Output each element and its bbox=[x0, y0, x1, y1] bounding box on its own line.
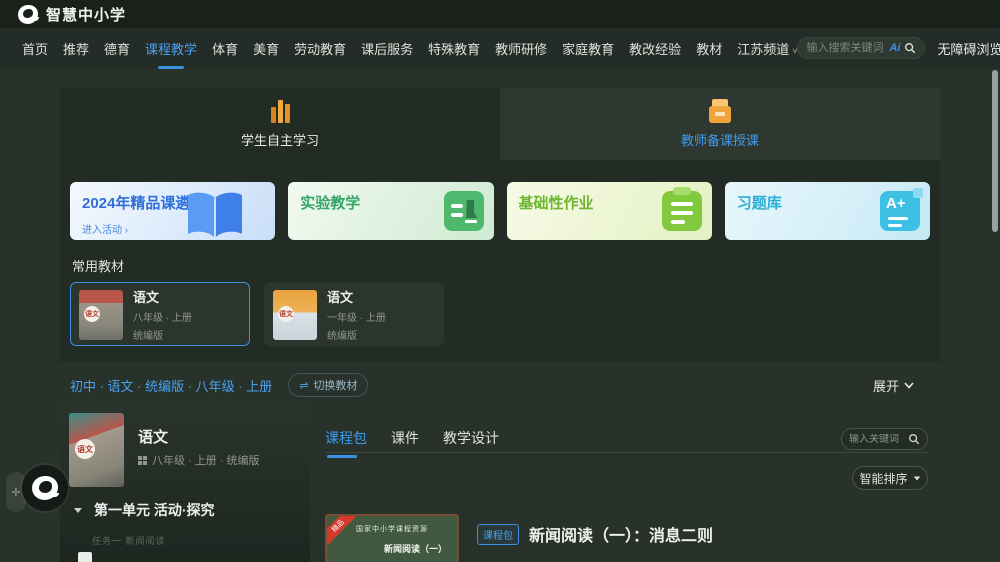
brand-logo-icon bbox=[18, 5, 38, 24]
search-icon[interactable] bbox=[904, 42, 916, 54]
tab-teacher-lesson-prep[interactable]: 教师备课授课 bbox=[500, 88, 940, 160]
current-book-panel: 语文 语文 八年级 · 上册 · 统编版 第一单元 活动·探究 任务一 新闻阅读 bbox=[60, 404, 310, 562]
nav-item-textbook[interactable]: 教材 bbox=[696, 28, 722, 69]
textbook-cover: 语文 bbox=[273, 290, 317, 340]
textbook-cover: 语文 bbox=[79, 290, 123, 340]
breadcrumb[interactable]: 初中 · 语文 · 统编版 · 八年级 · 上册 bbox=[70, 376, 272, 395]
books-icon bbox=[271, 99, 290, 123]
course-title[interactable]: 新闻阅读（一）：消息二则 bbox=[529, 522, 713, 546]
accessibility-link[interactable]: 无障碍浏览 bbox=[937, 39, 1000, 58]
search-icon[interactable] bbox=[908, 433, 920, 445]
global-search-input[interactable] bbox=[806, 42, 885, 54]
brand-name: 智慧中小学 bbox=[46, 4, 126, 25]
grid-icon bbox=[138, 456, 147, 465]
nav-item-special[interactable]: 特殊教育 bbox=[428, 28, 480, 69]
promo-cards: 2024年精品课遴选 进入活动 › 实验教学 基础性作业 bbox=[70, 182, 930, 240]
switch-icon: ⇌ bbox=[299, 379, 308, 392]
filter-bar: 初中 · 语文 · 统编版 · 八年级 · 上册 ⇌ 切换教材 展开 bbox=[60, 372, 940, 398]
card-2024-quality-course[interactable]: 2024年精品课遴选 进入活动 › bbox=[70, 182, 275, 240]
book-meta: 八年级 · 上册 · 统编版 bbox=[138, 452, 260, 468]
nav-item-pe[interactable]: 体育 bbox=[212, 28, 238, 69]
exam-paper-icon: A+ bbox=[880, 191, 920, 231]
course-type-badge: 课程包 bbox=[477, 524, 519, 545]
chevron-down-icon: ˅ bbox=[792, 46, 797, 56]
expand-button[interactable]: 展开 bbox=[873, 376, 914, 395]
top-bar: 智慧中小学 bbox=[0, 0, 1000, 28]
nav-item-reform[interactable]: 教改经验 bbox=[629, 28, 681, 69]
nav-item-teacher-training[interactable]: 教师研修 bbox=[495, 28, 547, 69]
nav-item-home[interactable]: 首页 bbox=[22, 28, 48, 69]
triangle-down-icon bbox=[913, 476, 919, 480]
experiment-icon bbox=[444, 191, 484, 231]
tab-teaching-design[interactable]: 教学设计 bbox=[443, 428, 499, 458]
textbook-card-grade1[interactable]: 语文 语文 一年级 · 上册 统编版 bbox=[264, 282, 444, 346]
textbook-card-grade8[interactable]: 语文 语文 八年级 · 上册 统编版 bbox=[70, 282, 250, 346]
floating-app-logo[interactable] bbox=[22, 465, 68, 511]
card-exercise-bank[interactable]: 习题库 A+ bbox=[725, 182, 930, 240]
vertical-scrollbar[interactable] bbox=[992, 70, 998, 232]
tab-course-package[interactable]: 课程包 bbox=[325, 428, 367, 458]
nav-item-jiangsu-channel[interactable]: 江苏频道˅ bbox=[737, 28, 797, 69]
briefcase-icon bbox=[709, 99, 731, 123]
tabs-divider bbox=[325, 452, 928, 453]
tab-courseware[interactable]: 课件 bbox=[391, 428, 419, 458]
textbooks-section-title: 常用教材 bbox=[72, 256, 124, 275]
open-book-icon bbox=[183, 190, 247, 240]
card-experiment-teaching[interactable]: 实验教学 bbox=[288, 182, 493, 240]
triangle-down-icon bbox=[74, 508, 82, 513]
brand-logo-icon bbox=[32, 476, 58, 500]
nav-item-afterschool[interactable]: 课后服务 bbox=[361, 28, 413, 69]
clipboard-icon bbox=[662, 191, 702, 231]
global-search[interactable]: Ai bbox=[797, 37, 925, 59]
book-title: 语文 bbox=[138, 426, 168, 447]
nav-item-arts[interactable]: 美育 bbox=[253, 28, 279, 69]
nav-item-moral[interactable]: 德育 bbox=[104, 28, 130, 69]
unit-sub-item[interactable]: 任务一 新闻阅读 bbox=[92, 534, 166, 547]
course-thumbnail[interactable]: 精品 国家中小学课程资源 新闻阅读（一） bbox=[325, 514, 459, 562]
nav-item-teaching[interactable]: 课程教学 bbox=[145, 28, 197, 69]
main-nav: 首页 推荐 德育 课程教学 体育 美育 劳动教育 课后服务 特殊教育 教师研修 … bbox=[0, 28, 1000, 68]
course-list-item[interactable]: 精品 国家中小学课程资源 新闻阅读（一） 课程包 新闻阅读（一）：消息二则 bbox=[325, 514, 713, 562]
nav-item-recommend[interactable]: 推荐 bbox=[63, 28, 89, 69]
textbook-cards: 语文 语文 八年级 · 上册 统编版 语文 语文 一年级 · 上册 统编版 bbox=[70, 282, 444, 346]
ai-search-icon[interactable]: Ai bbox=[889, 42, 900, 54]
tab-student-self-study[interactable]: 学生自主学习 bbox=[60, 88, 500, 160]
app-window: 智慧中小学 首页 推荐 德育 课程教学 体育 美育 劳动教育 课后服务 特殊教育… bbox=[0, 0, 1000, 562]
keyword-search[interactable] bbox=[841, 428, 928, 450]
unit-toggle[interactable]: 第一单元 活动·探究 bbox=[74, 500, 215, 520]
smart-sort-button[interactable]: 智能排序 bbox=[852, 466, 928, 490]
keyword-search-input[interactable] bbox=[849, 434, 905, 445]
chevron-down-icon bbox=[904, 382, 914, 389]
partial-list-item-thumb bbox=[78, 552, 92, 562]
card-basic-homework[interactable]: 基础性作业 bbox=[507, 182, 712, 240]
book-cover: 语文 bbox=[69, 413, 124, 487]
content-tabs: 课程包 课件 教学设计 bbox=[325, 428, 499, 458]
nav-right: Ai 无障碍浏览 bbox=[797, 37, 1000, 59]
switch-textbook-button[interactable]: ⇌ 切换教材 bbox=[288, 373, 368, 397]
nav-item-family[interactable]: 家庭教育 bbox=[562, 28, 614, 69]
nav-item-labor[interactable]: 劳动教育 bbox=[294, 28, 346, 69]
nav-items: 首页 推荐 德育 课程教学 体育 美育 劳动教育 课后服务 特殊教育 教师研修 … bbox=[22, 28, 797, 69]
